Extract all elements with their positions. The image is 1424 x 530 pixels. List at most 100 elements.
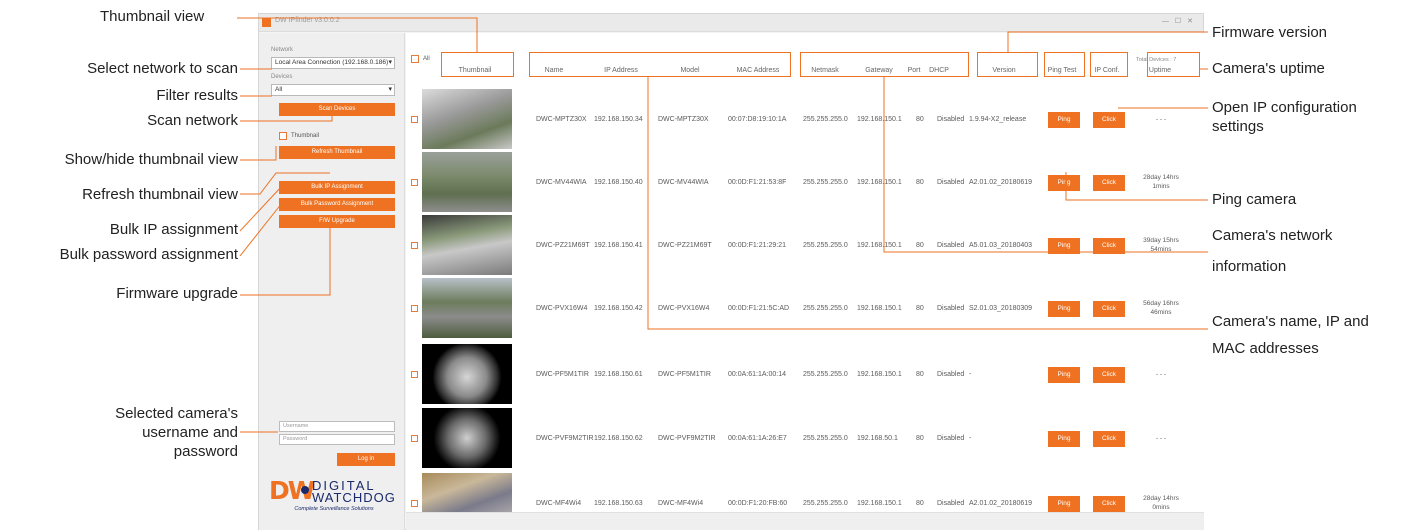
camera-thumbnail[interactable] (422, 278, 512, 338)
ip-config-button[interactable]: Click (1093, 238, 1125, 254)
cell-name: DWC-MF4Wi4 (536, 500, 582, 507)
header-dhcp[interactable]: DHCP (925, 67, 953, 74)
row-checkbox[interactable] (411, 116, 418, 123)
ip-config-button[interactable]: Click (1093, 367, 1125, 383)
total-devices: Total Devices : 7 (1136, 57, 1177, 63)
header-version[interactable]: Version (978, 67, 1030, 74)
cell-name: DWC-MPTZ30X (536, 116, 587, 123)
cell-mac: 00:07:D8:19:10:1A (728, 116, 787, 123)
cell-uptime-minutes: 1mins (1152, 183, 1170, 190)
window-controls[interactable]: — ☐ ✕ (1162, 17, 1195, 25)
cell-name: DWC-PF5M1TIR (536, 371, 589, 378)
table-row[interactable]: DWC-PZ21M69T 192.168.150.41 DWC-PZ21M69T 00… (406, 215, 1204, 277)
cell-version: A2.01.02_20180619 (969, 500, 1033, 507)
ip-config-button[interactable]: Click (1093, 496, 1125, 512)
header-netmask[interactable]: Netmask (802, 67, 848, 74)
thumbnail-checkbox[interactable] (279, 132, 287, 140)
cell-port: 80 (916, 435, 924, 442)
network-select[interactable]: Local Area Connection (192.168.0.186) ▾ (271, 57, 395, 69)
row-checkbox[interactable] (411, 242, 418, 249)
login-button[interactable]: Log in (337, 453, 395, 466)
ip-config-button[interactable]: Click (1093, 175, 1125, 191)
cell-uptime-minutes: 46mins (1150, 309, 1172, 316)
ping-button[interactable]: Ping (1048, 112, 1080, 128)
cell-ip: 192.168.150.41 (594, 242, 643, 249)
cell-dhcp: Disabled (937, 242, 965, 249)
cell-model: DWC-PVX16W4 (658, 305, 710, 312)
cell-ip: 192.168.150.40 (594, 179, 643, 186)
header-ip[interactable]: IP Address (592, 67, 650, 74)
cell-dhcp: Disabled (937, 500, 965, 507)
ping-button[interactable]: Ping (1048, 301, 1080, 317)
cell-version: - (969, 371, 972, 378)
header-name[interactable]: Name (534, 67, 574, 74)
row-checkbox[interactable] (411, 500, 418, 507)
cell-name: DWC-PZ21M69T (536, 242, 590, 249)
firmware-upgrade-button[interactable]: F/W Upgrade (279, 215, 395, 228)
camera-thumbnail[interactable] (422, 152, 512, 212)
refresh-thumbnail-button[interactable]: Refresh Thumbnail (279, 146, 395, 159)
table-row[interactable]: DWC-MV44WIA 192.168.150.40 DWC-MV44WIA 00:0… (406, 152, 1204, 214)
cell-netmask: 255.255.255.0 (803, 116, 848, 123)
sidebar: Network Local Area Connection (192.168.0… (259, 33, 405, 530)
devices-filter-select[interactable]: All ▾ (271, 84, 395, 96)
cell-gateway: 192.168.150.1 (857, 242, 902, 249)
ping-button[interactable]: Ping (1048, 367, 1080, 383)
camera-thumbnail[interactable] (422, 215, 512, 275)
ip-config-button[interactable]: Click (1093, 112, 1125, 128)
ping-button[interactable]: Ping (1048, 431, 1080, 447)
cell-netmask: 255.255.255.0 (803, 242, 848, 249)
ping-button[interactable]: Ping (1048, 496, 1080, 512)
row-checkbox[interactable] (411, 435, 418, 442)
callout-scan-network: Scan network (147, 112, 238, 129)
callout-name-ip-mac-line1: Camera's name, IP and (1212, 313, 1369, 330)
camera-thumbnail[interactable] (422, 408, 512, 468)
callout-network-info-line1: Camera's network (1212, 227, 1333, 244)
cell-version: A2.01.02_20180619 (969, 179, 1033, 186)
cell-netmask: 255.255.255.0 (803, 179, 848, 186)
table-row[interactable]: DWC-PVX16W4 192.168.150.42 DWC-PVX16W4 00:0… (406, 278, 1204, 340)
ip-config-button[interactable]: Click (1093, 301, 1125, 317)
header-ping[interactable]: Ping Test (1044, 67, 1080, 74)
bulk-ip-button[interactable]: Bulk IP Assignment (279, 181, 395, 194)
scan-devices-button[interactable]: Scan Devices (279, 103, 395, 116)
header-ipconf[interactable]: IP Conf. (1090, 67, 1124, 74)
callout-credentials-line1: Selected camera's (115, 405, 238, 422)
cell-port: 80 (916, 242, 924, 249)
cell-netmask: 255.255.255.0 (803, 500, 848, 507)
camera-thumbnail[interactable] (422, 344, 512, 404)
cell-gateway: 192.168.150.1 (857, 305, 902, 312)
username-input[interactable]: Username (279, 421, 395, 432)
app-window: DW IPfinder v3.0.0.2 — ☐ ✕ Network Local… (258, 13, 1204, 530)
cell-uptime: - - - (1155, 116, 1167, 123)
row-checkbox[interactable] (411, 305, 418, 312)
row-checkbox[interactable] (411, 179, 418, 186)
ip-config-button[interactable]: Click (1093, 431, 1125, 447)
table-row[interactable]: DWC-PVF9M2TIR 192.168.150.62 DWC-PVF9M2TIR… (406, 408, 1204, 470)
header-uptime[interactable]: Uptime (1138, 67, 1182, 74)
status-bar (406, 512, 1204, 530)
callout-filter-results: Filter results (156, 87, 238, 104)
network-select-value: Local Area Connection (192.168.0.186) (275, 59, 389, 66)
camera-thumbnail[interactable] (422, 89, 512, 149)
password-input[interactable]: Password (279, 434, 395, 445)
header-mac[interactable]: MAC Address (724, 67, 792, 74)
table-row[interactable]: DWC-MPTZ30X 192.168.150.34 DWC-MPTZ30X 00:0… (406, 89, 1204, 151)
cell-netmask: 255.255.255.0 (803, 435, 848, 442)
logo-tagline: Complete Surveillance Solutions (294, 506, 374, 512)
select-all-checkbox[interactable] (411, 55, 419, 63)
header-port[interactable]: Port (904, 67, 924, 74)
devices-select-value: All (275, 86, 283, 93)
chevron-down-icon: ▾ (388, 59, 392, 66)
header-gateway[interactable]: Gateway (856, 67, 902, 74)
ping-button[interactable]: Ping (1048, 175, 1080, 191)
header-model[interactable]: Model (664, 67, 716, 74)
callout-select-network: Select network to scan (87, 60, 238, 77)
bulk-password-button[interactable]: Bulk Password Assignment (279, 198, 395, 211)
table-row[interactable]: DWC-PF5M1TIR 192.168.150.61 DWC-PF5M1TIR 00… (406, 344, 1204, 406)
cell-model: DWC-MPTZ30X (658, 116, 709, 123)
row-checkbox[interactable] (411, 371, 418, 378)
header-thumbnail[interactable]: Thumbnail (444, 67, 506, 74)
ping-button[interactable]: Ping (1048, 238, 1080, 254)
cell-gateway: 192.168.150.1 (857, 500, 902, 507)
